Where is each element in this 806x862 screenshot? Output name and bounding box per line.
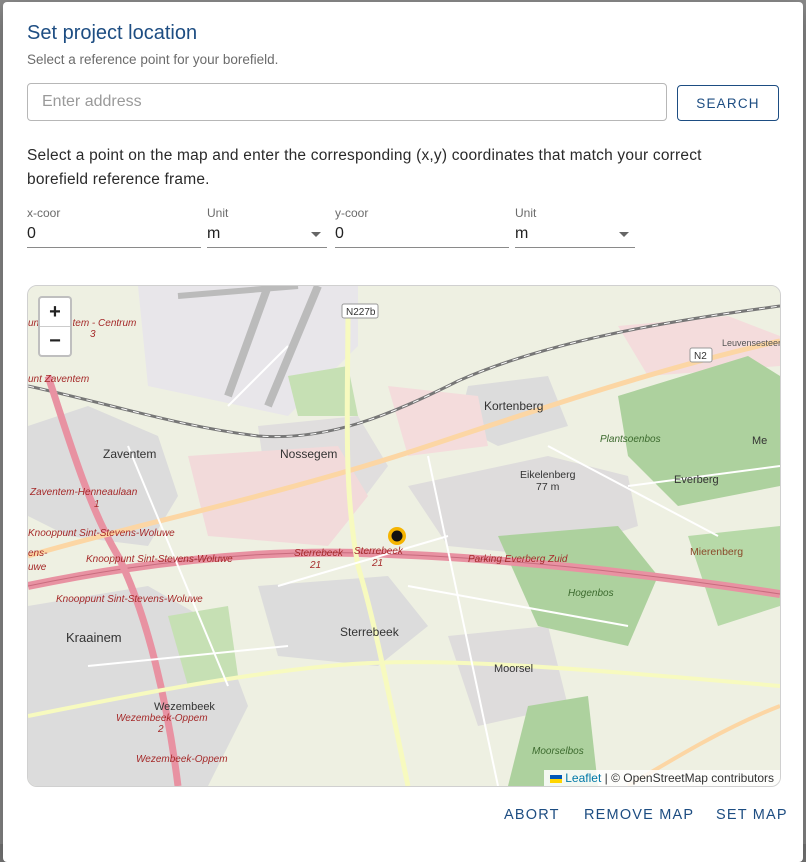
map-label-wezembeek-oppem-2: Wezembeek-Oppem	[136, 754, 228, 765]
x-coordinate-input[interactable]: 0	[27, 223, 201, 248]
map-label-kraainem: Kraainem	[66, 630, 122, 645]
leaflet-link[interactable]: Leaflet	[565, 771, 601, 785]
map-label-wezembeek: Wezembeek	[154, 701, 215, 713]
map-label-mierenberg: Mierenberg	[690, 546, 743, 558]
chevron-down-icon[interactable]	[311, 232, 321, 237]
map-label-stevens-edge-2: uwe	[28, 562, 47, 573]
map-label-me: Me	[752, 435, 767, 447]
map-canvas[interactable]: Zaventem Nossegem Kortenberg Eikelenberg…	[28, 286, 780, 786]
map-label-sterrebeek-exit-2: Sterrebeek	[354, 546, 404, 557]
map-label-henneaulaan-exit: 1	[94, 499, 100, 510]
map-attribution: Leaflet | © OpenStreetMap contributors	[544, 770, 780, 786]
zoom-control: + −	[38, 296, 72, 357]
set-location-dialog: Set project location Select a reference …	[3, 2, 803, 862]
road-label-n2: N2	[694, 351, 707, 362]
attribution-text: | © OpenStreetMap contributors	[604, 771, 774, 785]
map-label-henneaulaan: Zaventem-Henneaulaan	[29, 487, 138, 498]
dialog-title: Set project location	[27, 22, 198, 44]
map-label-stevens-edge: ens-	[28, 548, 48, 559]
road-label-leuvensesteenweg: Leuvensesteen	[722, 338, 780, 348]
map-label-moorselbos: Moorselbos	[532, 746, 584, 757]
ukraine-flag-icon	[550, 774, 563, 783]
x-unit-select[interactable]: Unit m	[207, 206, 327, 248]
map-label-knooppunt-2: Knooppunt Sint-Stevens-Woluwe	[86, 554, 233, 565]
map-label-exit-21b: 21	[371, 558, 383, 569]
map-label-kortenberg: Kortenberg	[484, 399, 543, 413]
map-label-exit-21a: 21	[309, 560, 321, 571]
map-label-everberg: Everberg	[674, 474, 719, 486]
map-label-zaventem: Zaventem	[103, 447, 156, 461]
map-label-eikelenberg: Eikelenberg	[520, 469, 576, 481]
y-coordinate-label: y-coor	[335, 206, 369, 220]
y-unit-select[interactable]: Unit m	[515, 206, 635, 248]
x-coordinate-label: x-coor	[27, 206, 61, 220]
map-label-knooppunt-3: Knooppunt Sint-Stevens-Woluwe	[56, 594, 203, 605]
x-coordinate-field[interactable]: x-coor 0	[27, 206, 201, 248]
map-label-knooppunt-1: Knooppunt Sint-Stevens-Woluwe	[28, 528, 175, 539]
address-input[interactable]	[27, 83, 667, 121]
map-label-zaventem-short: unt Zaventem	[28, 374, 89, 385]
map-label-sterrebeek-exit-1: Sterrebeek	[294, 548, 344, 559]
zoom-out-button[interactable]: −	[40, 326, 70, 355]
y-unit-value: m	[515, 225, 529, 242]
chevron-down-icon[interactable]	[619, 232, 629, 237]
map-label-wezembeek-oppem-1: Wezembeek-Oppem	[116, 713, 208, 724]
remove-map-button[interactable]: REMOVE MAP	[584, 807, 694, 823]
map-label-centrum-exit: 3	[90, 329, 96, 340]
y-coordinate-input[interactable]: 0	[335, 223, 509, 248]
instructions-text: Select a point on the map and enter the …	[27, 147, 702, 188]
map-label-plantsoenbos: Plantsoenbos	[600, 434, 661, 445]
map-label-sterrebeek: Sterrebeek	[340, 625, 400, 639]
map-label-wezembeek-exit: 2	[157, 724, 164, 735]
road-label-n227b: N227b	[346, 307, 376, 318]
map-label-moorsel: Moorsel	[494, 663, 533, 675]
set-map-button[interactable]: SET MAP	[716, 807, 788, 823]
map-label-hogenbos: Hogenbos	[568, 588, 614, 599]
location-marker-dot	[391, 530, 403, 542]
x-unit-label: Unit	[207, 206, 229, 220]
y-unit-label: Unit	[515, 206, 537, 220]
x-unit-value: m	[207, 225, 221, 242]
map-label-eikelenberg-elevation: 77 m	[536, 481, 560, 493]
map-label-parking: Parking Everberg Zuid	[468, 554, 568, 565]
dialog-subtitle: Select a reference point for your borefi…	[27, 52, 279, 67]
map-label-nossegem: Nossegem	[280, 447, 337, 461]
y-coordinate-field[interactable]: y-coor 0	[335, 206, 509, 248]
search-button[interactable]: SEARCH	[677, 85, 779, 121]
map-view[interactable]: Zaventem Nossegem Kortenberg Eikelenberg…	[27, 285, 781, 787]
abort-button[interactable]: ABORT	[504, 807, 560, 823]
zoom-in-button[interactable]: +	[40, 298, 70, 326]
